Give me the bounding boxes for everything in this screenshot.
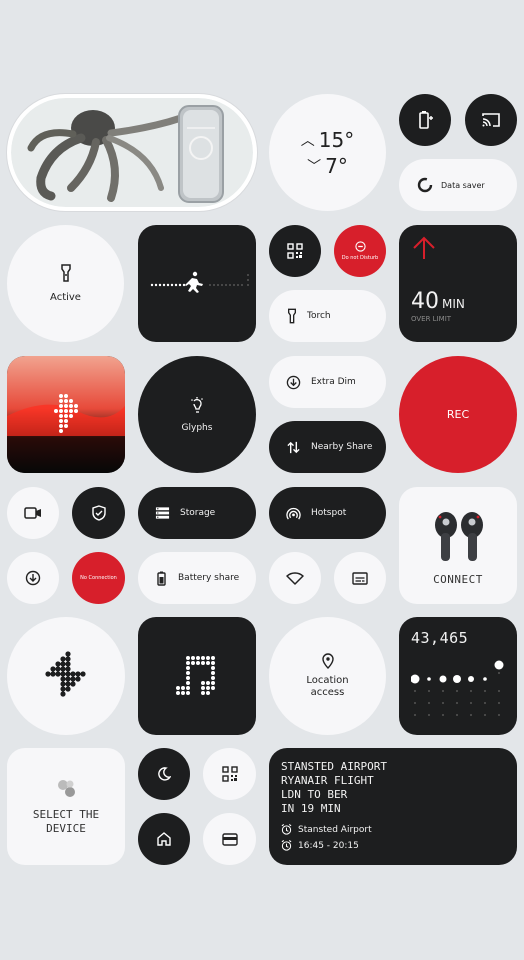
hotspot-label: Hotspot [311,508,347,518]
cast-toggle[interactable] [465,94,517,146]
hotspot-toggle[interactable]: Hotspot [269,487,386,539]
wallet-toggle[interactable] [203,813,256,865]
screen-time-value: 40 [411,289,439,314]
flight-line-2: RYANAIR FLIGHT [281,774,374,787]
nothing-glyph-icon [45,651,86,697]
wifi-icon [286,571,304,585]
alarm-clock-icon [281,840,292,851]
music-note-icon [176,656,215,695]
extra-dim-icon [286,375,301,389]
flight-time: 16:45 - 20:15 [298,840,359,851]
steps-dot-graph [411,660,504,716]
select-device-widget[interactable]: SELECT THE DEVICE [7,748,125,865]
battery-icon [157,571,166,586]
flight-line-4: IN 19 MIN [281,802,341,815]
qr-code-icon [287,243,303,259]
location-toggle[interactable]: Location access [269,617,386,735]
steps-widget[interactable]: 43,465 [399,617,517,735]
dark-mode-toggle[interactable] [138,748,190,800]
screen-time-unit: MIN [442,297,465,311]
storage-icon [155,507,170,519]
battery-share-label: Battery share [178,573,240,583]
download-icon [25,570,41,586]
flashlight-icon [60,264,71,282]
temp-low: 7° [325,153,348,178]
flight-place: Stansted Airport [298,824,372,835]
steps-value: 43,465 [411,629,469,647]
dnd-label: Do not Disturb [341,255,379,261]
temp-down-icon: ﹀ [307,158,322,175]
flight-line-3: LDN TO BER [281,788,348,801]
nearby-share-toggle[interactable]: Nearby Share [269,421,386,473]
connect-label: CONNECT [433,573,483,586]
select-device-label: SELECT THE DEVICE [32,807,100,835]
weather-widget[interactable]: ︿ 15° ﹀ 7° [269,94,386,211]
flight-line-1: STANSTED AIRPORT [281,760,387,773]
arrow-up-icon [413,236,435,259]
battery-share-toggle[interactable]: Battery share [138,552,256,604]
downloads-toggle[interactable] [7,552,59,604]
torch-icon [288,308,296,324]
earbuds-image [435,512,483,561]
location-label: Location access [306,675,349,698]
torch-toggle[interactable]: Torch [269,290,386,342]
location-pin-icon [321,653,334,669]
glyphs-toggle[interactable]: Glyphs [138,356,256,473]
wallet-icon [221,832,238,846]
qr-scanner-toggle-2[interactable] [203,748,256,800]
nearby-share-icon [287,441,300,453]
music-widget[interactable] [138,617,256,735]
nothing-logo-widget[interactable] [7,617,125,735]
nearby-share-label: Nearby Share [311,442,373,452]
caption-icon [352,571,368,585]
video-camera-icon [24,507,41,519]
flashlight-widget[interactable]: Active [7,225,124,342]
shield-check-icon [91,505,106,521]
battery-plus-icon [419,111,433,129]
torch-label: Torch [307,311,331,321]
extra-dim-toggle[interactable]: Extra Dim [269,356,386,408]
video-camera-toggle[interactable] [7,487,59,539]
flashlight-label: Active [50,292,81,303]
qr-scanner-toggle[interactable] [269,225,321,277]
runner-icon [150,271,249,293]
data-saver-label: Data saver [441,180,485,190]
data-saver-toggle[interactable]: Data saver [399,159,517,211]
alarm-clock-icon [281,824,292,835]
recorder-label: REC [446,408,470,421]
octopus-photo [11,98,253,207]
glyph-bulb-icon [191,396,203,413]
extra-dim-label: Extra Dim [311,377,356,387]
no-connection-toggle[interactable]: No Connection [72,552,125,604]
home-controls-toggle[interactable] [138,813,190,865]
hotspot-icon [286,507,301,520]
cast-icon [482,113,500,127]
dnd-icon [354,241,366,252]
glyphs-label: Glyphs [181,422,213,433]
live-caption-toggle[interactable] [334,552,386,604]
no-connection-label: No Connection [80,575,117,581]
qr-code-icon [221,766,238,782]
dnd-toggle[interactable]: Do not Disturb [334,225,386,277]
temp-high: 15° [318,127,355,152]
home-icon [157,832,171,846]
storage-toggle[interactable]: Storage [138,487,256,539]
security-toggle[interactable] [72,487,125,539]
recorder-toggle[interactable]: REC [399,356,517,473]
wifi-toggle[interactable] [269,552,321,604]
album-art-widget[interactable] [7,356,125,473]
storage-label: Storage [180,508,216,518]
photo-widget[interactable] [7,94,257,211]
flight-widget[interactable]: STANSTED AIRPORT RYANAIR FLIGHT LDN TO B… [269,748,517,865]
moon-icon [158,767,171,781]
runner-widget[interactable] [138,225,256,342]
device-placeholder-icon [58,779,75,797]
screen-time-widget[interactable]: 40 MIN OVER LIMIT [399,225,517,342]
battery-saver-toggle[interactable] [399,94,451,146]
screen-time-sub: OVER LIMIT [411,315,452,323]
temp-up-icon: ︿ [300,132,315,149]
album-art-image [7,356,125,473]
data-saver-icon [417,177,433,193]
earbuds-widget[interactable]: CONNECT [399,487,517,604]
